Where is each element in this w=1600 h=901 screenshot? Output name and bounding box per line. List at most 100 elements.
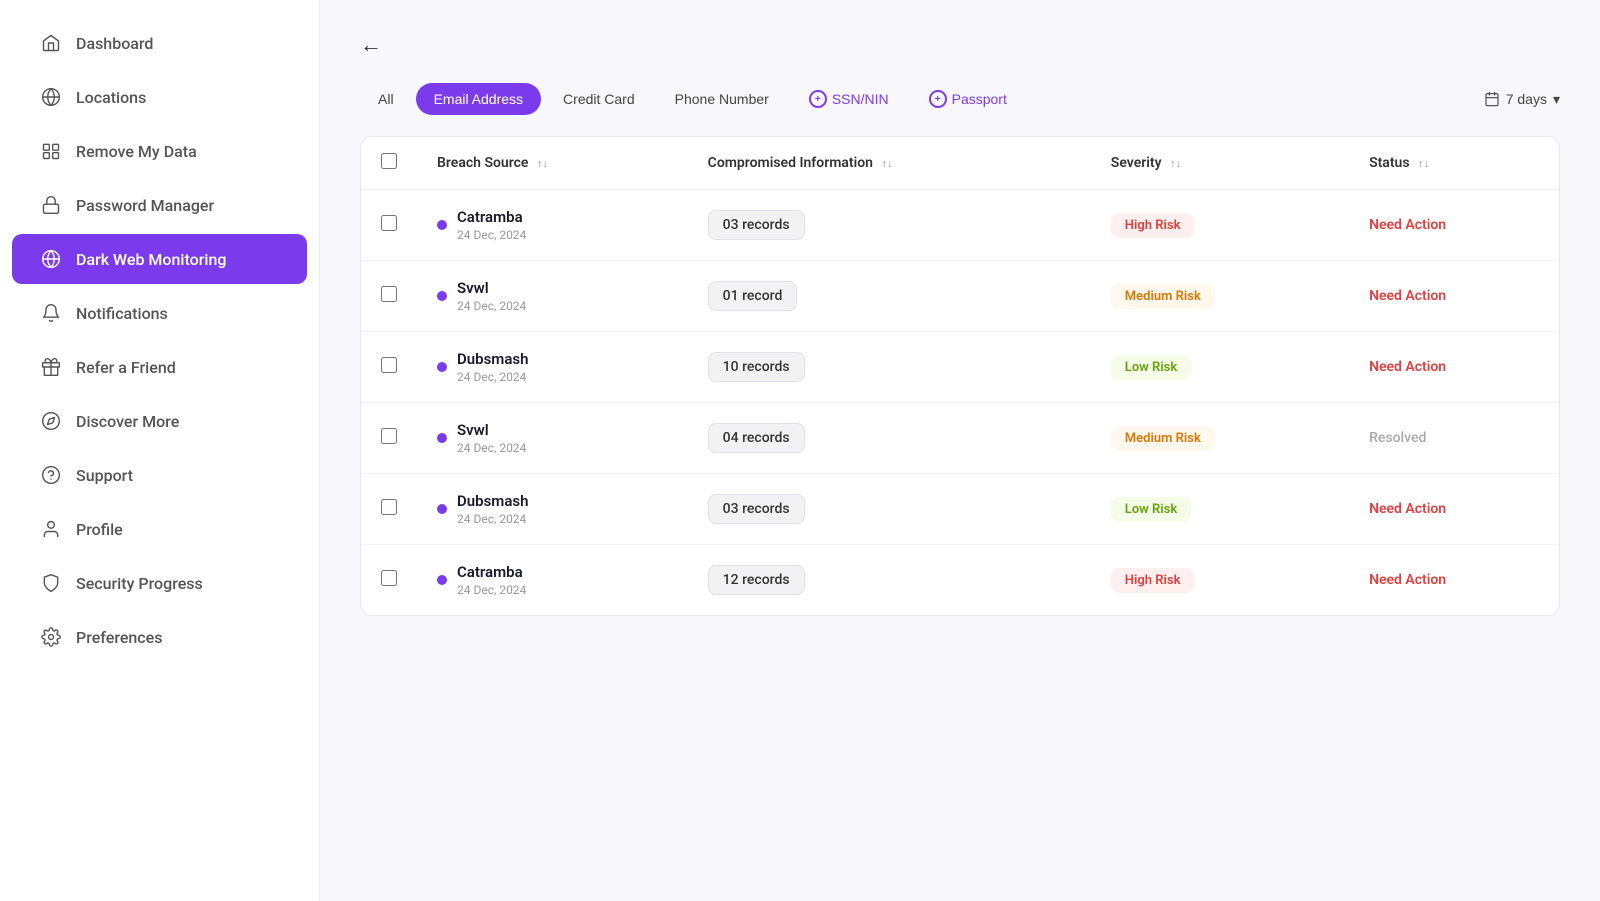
source-dot-6 — [437, 575, 447, 585]
source-name-4: Svwl — [457, 421, 526, 439]
sidebar-item-security-progress[interactable]: Security Progress — [12, 558, 307, 608]
sidebar-item-preferences[interactable]: Preferences — [12, 612, 307, 662]
breach-table-container: Breach Source ↑↓ Compromised Information… — [360, 136, 1560, 616]
severity-badge-2: Medium Risk — [1111, 284, 1215, 309]
date-filter-label: 7 days — [1506, 91, 1547, 107]
status-label-2: Need Action — [1369, 288, 1446, 304]
sidebar-item-password-manager[interactable]: Password Manager — [12, 180, 307, 230]
sidebar-item-locations[interactable]: Locations — [12, 72, 307, 122]
source-name-1: Catramba — [457, 208, 526, 226]
sidebar-label-refer-a-friend: Refer a Friend — [76, 358, 176, 377]
col-severity[interactable]: Severity ↑↓ — [1091, 137, 1349, 190]
breach-source-cell-5: Dubsmash 24 Dec, 2024 — [417, 474, 688, 545]
breach-source-cell-2: Svwl 24 Dec, 2024 — [417, 261, 688, 332]
sidebar-item-notifications[interactable]: Notifications — [12, 288, 307, 338]
records-badge-5: 03 records — [708, 494, 805, 524]
sidebar-label-preferences: Preferences — [76, 628, 162, 647]
severity-cell-2: Medium Risk — [1091, 261, 1349, 332]
lock-icon — [40, 194, 62, 216]
records-cell-5: 03 records — [688, 474, 1091, 545]
breach-source-cell-3: Dubsmash 24 Dec, 2024 — [417, 332, 688, 403]
sidebar-item-remove-my-data[interactable]: Remove My Data — [12, 126, 307, 176]
settings-icon — [40, 626, 62, 648]
severity-badge-3: Low Risk — [1111, 355, 1191, 380]
records-cell-6: 12 records — [688, 545, 1091, 616]
source-dot-1 — [437, 220, 447, 230]
table-row: Dubsmash 24 Dec, 2024 03 records Low Ris… — [361, 474, 1559, 545]
source-date-4: 24 Dec, 2024 — [457, 441, 526, 455]
source-name-6: Catramba — [457, 563, 526, 581]
filter-tab-credit-card[interactable]: Credit Card — [545, 83, 653, 115]
sidebar-item-support[interactable]: Support — [12, 450, 307, 500]
source-date-2: 24 Dec, 2024 — [457, 299, 526, 313]
table-row: Svwl 24 Dec, 2024 04 records Medium Risk… — [361, 403, 1559, 474]
col-compromised-info[interactable]: Compromised Information ↑↓ — [688, 137, 1091, 190]
row-checkbox-4[interactable] — [381, 428, 397, 444]
filter-tab-passport[interactable]: +Passport — [911, 82, 1025, 116]
breach-table: Breach Source ↑↓ Compromised Information… — [361, 137, 1559, 615]
calendar-icon — [1484, 91, 1500, 107]
table-row: Dubsmash 24 Dec, 2024 10 records Low Ris… — [361, 332, 1559, 403]
sidebar-item-dashboard[interactable]: Dashboard — [12, 18, 307, 68]
source-dot-5 — [437, 504, 447, 514]
status-cell-3: Need Action — [1349, 332, 1559, 403]
col-breach-source[interactable]: Breach Source ↑↓ — [417, 137, 688, 190]
back-button[interactable]: ← — [360, 32, 382, 58]
sidebar-item-profile[interactable]: Profile — [12, 504, 307, 554]
row-checkbox-cell-1 — [361, 190, 417, 261]
severity-badge-5: Low Risk — [1111, 497, 1191, 522]
status-label-3: Need Action — [1369, 359, 1446, 375]
sidebar-label-discover-more: Discover More — [76, 412, 179, 431]
sidebar-item-discover-more[interactable]: Discover More — [12, 396, 307, 446]
filter-tab-ssn[interactable]: +SSN/NIN — [791, 82, 907, 116]
severity-badge-4: Medium Risk — [1111, 426, 1215, 451]
sidebar-label-remove-my-data: Remove My Data — [76, 142, 197, 161]
row-checkbox-cell-6 — [361, 545, 417, 616]
row-checkbox-1[interactable] — [381, 215, 397, 231]
sidebar-label-dashboard: Dashboard — [76, 34, 153, 53]
home-icon — [40, 32, 62, 54]
source-date-1: 24 Dec, 2024 — [457, 228, 526, 242]
row-checkbox-2[interactable] — [381, 286, 397, 302]
row-checkbox-6[interactable] — [381, 570, 397, 586]
shield-check-icon — [40, 572, 62, 594]
col-status[interactable]: Status ↑↓ — [1349, 137, 1559, 190]
breach-source-cell-4: Svwl 24 Dec, 2024 — [417, 403, 688, 474]
main-content: ← AllEmail AddressCredit CardPhone Numbe… — [320, 0, 1600, 901]
severity-cell-6: High Risk — [1091, 545, 1349, 616]
row-checkbox-cell-4 — [361, 403, 417, 474]
row-checkbox-cell-5 — [361, 474, 417, 545]
source-dot-2 — [437, 291, 447, 301]
row-checkbox-5[interactable] — [381, 499, 397, 515]
user-icon — [40, 518, 62, 540]
row-checkbox-3[interactable] — [381, 357, 397, 373]
source-date-5: 24 Dec, 2024 — [457, 512, 528, 526]
status-label-6: Need Action — [1369, 572, 1446, 588]
status-cell-2: Need Action — [1349, 261, 1559, 332]
records-badge-6: 12 records — [708, 565, 805, 595]
records-badge-1: 03 records — [708, 210, 805, 240]
source-dot-3 — [437, 362, 447, 372]
table-body: Catramba 24 Dec, 2024 03 records High Ri… — [361, 190, 1559, 616]
source-name-5: Dubsmash — [457, 492, 528, 510]
globe-icon — [40, 86, 62, 108]
row-checkbox-cell-2 — [361, 261, 417, 332]
chevron-down-icon: ▾ — [1553, 91, 1560, 108]
sidebar-label-security-progress: Security Progress — [76, 574, 203, 593]
gift-icon — [40, 356, 62, 378]
severity-cell-3: Low Risk — [1091, 332, 1349, 403]
sidebar-item-refer-a-friend[interactable]: Refer a Friend — [12, 342, 307, 392]
severity-cell-4: Medium Risk — [1091, 403, 1349, 474]
filter-tab-phone[interactable]: Phone Number — [657, 83, 787, 115]
select-all-checkbox[interactable] — [381, 153, 397, 169]
source-date-6: 24 Dec, 2024 — [457, 583, 526, 597]
records-cell-3: 10 records — [688, 332, 1091, 403]
status-cell-6: Need Action — [1349, 545, 1559, 616]
records-badge-4: 04 records — [708, 423, 805, 453]
filter-tab-all[interactable]: All — [360, 83, 412, 115]
filter-tab-email[interactable]: Email Address — [416, 83, 541, 115]
date-filter-button[interactable]: 7 days ▾ — [1484, 91, 1560, 108]
severity-cell-1: High Risk — [1091, 190, 1349, 261]
sidebar-item-dark-web-monitoring[interactable]: Dark Web Monitoring — [12, 234, 307, 284]
records-cell-1: 03 records — [688, 190, 1091, 261]
